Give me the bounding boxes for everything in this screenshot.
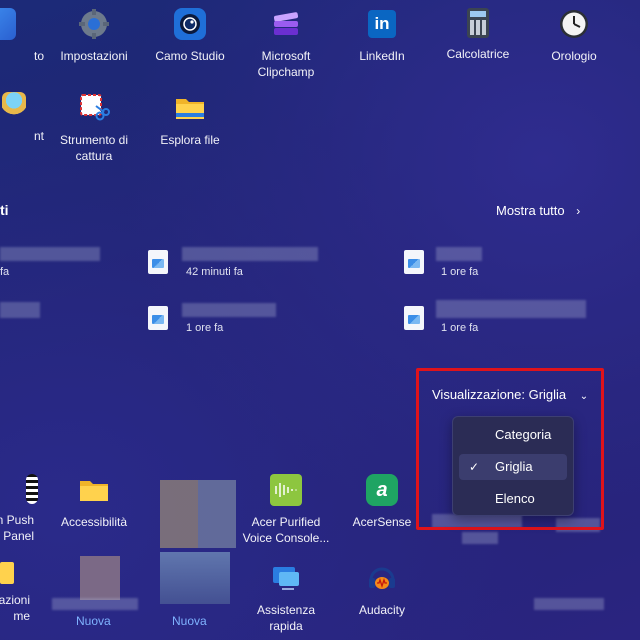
pinned-app-clock[interactable]: Orologio: [530, 8, 618, 64]
view-dropdown-menu: Categoria ✓ Griglia Elenco: [452, 416, 574, 516]
chevron-down-icon: ⌄: [579, 391, 589, 402]
image-file-icon: [404, 250, 424, 274]
pinned-app-calculator[interactable]: Calcolatrice: [434, 8, 522, 62]
pinned-app-label: LinkedIn: [359, 49, 405, 63]
pinned-app-label: Microsoft Clipchamp: [257, 49, 315, 79]
pinned-app-label: Orologio: [551, 49, 597, 63]
pinned-app-file-explorer[interactable]: Esplora file: [146, 92, 234, 148]
linkedin-icon: in: [368, 10, 396, 38]
view-selector-label: Visualizzazione: Griglia: [432, 387, 567, 402]
all-apps-label: Acer Purified Voice Console...: [242, 515, 330, 545]
all-apps-item[interactable]: Accessibilità: [50, 474, 138, 530]
show-all-button[interactable]: Mostra tutto ›: [496, 203, 580, 218]
chevron-right-icon: ›: [576, 204, 581, 218]
folder-icon: [0, 562, 14, 584]
folder-icon: [78, 474, 110, 506]
image-file-icon: [148, 250, 168, 274]
acersense-icon: a: [366, 474, 398, 506]
calculator-icon: [467, 8, 489, 38]
file-explorer-icon: [174, 92, 206, 124]
view-option-griglia[interactable]: ✓ Griglia: [459, 454, 567, 480]
recommended-item-time: 42 minuti fa: [186, 266, 243, 278]
blurred-app-icon: [160, 480, 236, 548]
pinned-app-label: Esplora file: [160, 133, 220, 147]
clipchamp-icon: [270, 8, 302, 40]
pinned-app-label: to: [33, 49, 44, 63]
blurred-file-name: [436, 247, 482, 261]
pinned-app-partial[interactable]: nt: [0, 92, 44, 144]
clock-icon: [558, 8, 590, 40]
pinned-app-clipchamp[interactable]: Microsoft Clipchamp: [242, 8, 330, 80]
recommended-item-time: 1 ore fa: [441, 322, 479, 334]
recommended-title: ti: [0, 202, 9, 218]
view-option-label: Griglia: [495, 459, 533, 474]
view-option-label: Categoria: [495, 427, 552, 442]
acer-purified-voice-icon: [270, 474, 302, 506]
all-apps-label: azioni me: [0, 593, 30, 623]
pinned-app-label: Strumento di cattura: [59, 133, 129, 163]
app-new-badge: Nuova: [76, 614, 111, 628]
pinned-app-label: nt: [33, 129, 44, 143]
calculator-grid-icon: [26, 474, 38, 504]
show-all-label: Mostra tutto: [496, 203, 565, 218]
checkmark-icon: ✓: [469, 460, 480, 474]
all-apps-item[interactable]: a AcerSense: [338, 474, 426, 530]
blurred-app-icon: [80, 556, 120, 600]
blurred-app-label: [534, 598, 604, 610]
all-apps-label: Assistenza rapida: [256, 603, 316, 633]
quick-assist-icon: [270, 562, 302, 594]
app-new-badge: Nuova: [172, 614, 207, 628]
blurred-file-name: [436, 300, 586, 318]
image-file-icon: [404, 306, 424, 330]
blurred-file-name: [182, 247, 318, 261]
view-option-label: Elenco: [495, 491, 535, 506]
pinned-app-label: Impostazioni: [60, 49, 128, 63]
gear-icon: [78, 8, 110, 40]
all-apps-item[interactable]: Acer Purified Voice Console...: [242, 474, 330, 546]
all-apps-label: AcerSense: [352, 515, 412, 529]
recommended-item-time: fa: [0, 266, 10, 278]
pinned-app-label: Camo Studio: [155, 49, 225, 63]
pinned-app-label: Calcolatrice: [446, 47, 510, 61]
all-apps-label: n Push l Panel: [0, 513, 34, 543]
blurred-file-name: [182, 303, 276, 317]
all-apps-item[interactable]: Audacity: [338, 562, 426, 618]
paint-icon: [2, 92, 26, 120]
recommended-item-time: 1 ore fa: [441, 266, 479, 278]
all-apps-item[interactable]: Assistenza rapida: [242, 562, 330, 634]
all-apps-item[interactable]: n Push l Panel: [0, 474, 44, 544]
all-apps-label: Accessibilità: [60, 515, 128, 529]
all-apps-label: Audacity: [358, 603, 406, 617]
app-icon: [0, 8, 16, 40]
snipping-tool-icon: [78, 92, 110, 124]
pinned-app-camo-studio[interactable]: Camo Studio: [146, 8, 234, 64]
blurred-app-label: [462, 532, 498, 544]
pinned-app-settings[interactable]: Impostazioni: [50, 8, 138, 64]
view-option-elenco[interactable]: Elenco: [459, 486, 567, 512]
pinned-app-snipping-tool[interactable]: Strumento di cattura: [50, 92, 138, 164]
pinned-app-partial[interactable]: to: [0, 8, 44, 64]
audacity-icon: [366, 562, 398, 594]
view-option-categoria[interactable]: Categoria: [459, 422, 567, 448]
pinned-app-linkedin[interactable]: in LinkedIn: [338, 8, 426, 64]
blurred-file-name: [0, 247, 100, 261]
image-file-icon: [148, 306, 168, 330]
view-selector-button[interactable]: Visualizzazione: Griglia ⌄: [432, 387, 588, 402]
all-apps-item[interactable]: azioni me: [0, 562, 44, 624]
blurred-app-icon: [160, 552, 230, 604]
blurred-app-label: [52, 598, 138, 610]
camo-studio-icon: [174, 8, 206, 40]
recommended-item-time: 1 ore fa: [186, 322, 224, 334]
blurred-file-name: [0, 302, 40, 318]
